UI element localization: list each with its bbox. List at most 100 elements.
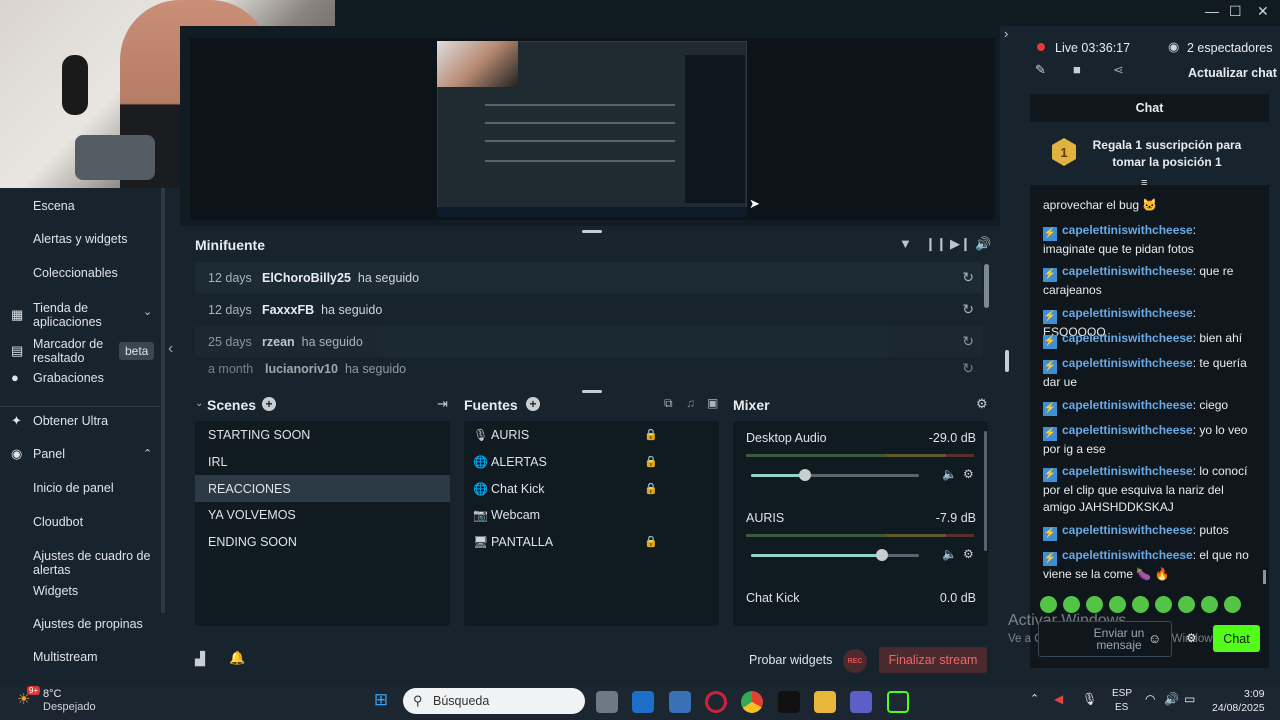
close-button[interactable]: ✕ <box>1257 3 1269 20</box>
emote-icon[interactable] <box>1201 596 1218 613</box>
battery-icon[interactable]: ▭ <box>1184 692 1195 706</box>
badge-icon: ⚡ <box>1043 402 1057 416</box>
mixer-scrollbar[interactable] <box>984 431 987 551</box>
clock-date[interactable]: 24/08/2025 <box>1212 702 1265 714</box>
tray-mic-icon[interactable]: 🎙 <box>1082 692 1097 706</box>
emote-icon[interactable] <box>1155 596 1172 613</box>
replay-icon[interactable]: ↻ <box>962 301 974 318</box>
resize-handle[interactable] <box>582 390 602 393</box>
volume-icon[interactable]: 🔊 <box>1164 692 1179 706</box>
language-sub[interactable]: ES <box>1115 702 1128 713</box>
folder-icon[interactable]: ⧉ <box>664 396 673 411</box>
replay-icon[interactable]: ↻ <box>962 269 974 286</box>
bell-icon[interactable]: 🔔 <box>229 650 245 666</box>
scene-transition-icon[interactable]: ⇥ <box>437 396 448 412</box>
store-app-icon[interactable] <box>669 691 691 713</box>
gear-icon[interactable]: ⚙ <box>963 467 974 481</box>
audio-icon[interactable]: ♫ <box>686 396 695 410</box>
source-item[interactable]: 🌐 Chat Kick 🔒 <box>464 475 719 502</box>
menu-handle-icon[interactable]: ≡ <box>1141 177 1147 189</box>
replay-icon[interactable]: ↻ <box>962 360 974 377</box>
lock-icon[interactable]: 🔒 <box>644 428 658 441</box>
tiktok-icon[interactable] <box>778 691 800 713</box>
emote-icon[interactable] <box>1109 596 1126 613</box>
share-icon[interactable]: ⋖ <box>1113 62 1124 78</box>
wifi-icon[interactable]: ◠ <box>1145 692 1155 706</box>
clip-icon[interactable]: ■ <box>1073 62 1081 77</box>
tray-chevron-icon[interactable]: ⌃ <box>1030 692 1039 705</box>
panel-resize-handle[interactable] <box>1005 350 1009 372</box>
event-list: 12 days ElChoroBilly25 ha seguido ↻ 12 da… <box>195 262 982 380</box>
source-item[interactable]: 🖥 PANTALLA 🔒 <box>464 528 719 555</box>
volume-slider[interactable] <box>751 469 919 481</box>
resize-handle[interactable] <box>582 230 602 233</box>
emote-icon[interactable] <box>1063 596 1080 613</box>
streamlabs-icon[interactable] <box>887 691 909 713</box>
emote-icon[interactable] <box>1132 596 1149 613</box>
sidebar-item-tienda[interactable]: ▦ Tienda de aplicaciones ⌄ <box>0 301 165 329</box>
teams-icon[interactable] <box>850 691 872 713</box>
volume-icon[interactable]: 🔊 <box>975 236 991 252</box>
end-stream-button[interactable]: Finalizar stream <box>879 647 987 673</box>
lock-icon[interactable]: 🔒 <box>644 455 658 468</box>
gear-icon[interactable]: ⚙ <box>976 396 988 412</box>
record-button[interactable]: REC <box>843 649 867 673</box>
weather-desc[interactable]: Despejado <box>43 701 96 713</box>
scene-item[interactable]: STARTING SOON <box>195 421 450 448</box>
language-indicator[interactable]: ESP <box>1112 688 1132 699</box>
clock-time[interactable]: 3:09 <box>1244 688 1264 700</box>
emote-icon[interactable] <box>1178 596 1195 613</box>
source-item[interactable]: 🎙 AURIS 🔒 <box>464 421 719 448</box>
chat-message: aprovechar el bug 🐱 <box>1043 198 1158 212</box>
filter-icon[interactable]: ▼ <box>899 236 912 251</box>
collapse-sidebar-icon[interactable]: ‹ <box>168 340 173 358</box>
collapse-scenes-icon[interactable]: ⌄ <box>195 398 203 409</box>
scene-item[interactable]: REACCIONES <box>195 475 450 502</box>
add-source-icon[interactable]: + <box>526 397 540 411</box>
chrome-icon[interactable] <box>741 691 763 713</box>
source-item[interactable]: 📷 Webcam <box>464 501 719 528</box>
chat-scrollbar[interactable] <box>1263 570 1266 584</box>
lock-icon[interactable]: 🔒 <box>644 482 658 495</box>
replay-icon[interactable]: ↻ <box>962 333 974 350</box>
minimize-button[interactable]: — <box>1205 3 1219 19</box>
emoji-icon[interactable]: ☺ <box>1148 631 1161 646</box>
test-widgets-button[interactable]: Probar widgets <box>749 653 832 667</box>
preview-line <box>485 122 675 124</box>
image-icon[interactable]: ▣ <box>707 396 718 410</box>
edit-icon[interactable]: ✎ <box>1035 62 1046 78</box>
sidebar-item-ajustes-alertas[interactable]: Ajustes de cuadro de alertas <box>0 549 165 577</box>
pause-icon[interactable]: ❙❙ <box>925 236 947 252</box>
scene-item[interactable]: YA VOLVEMOS <box>195 501 450 528</box>
volume-slider[interactable] <box>751 549 919 561</box>
tray-app-icon[interactable]: ◀ <box>1054 692 1063 706</box>
send-chat-button[interactable]: Chat <box>1213 625 1260 652</box>
chat-settings-icon[interactable]: ⚙ <box>1186 631 1197 645</box>
speaker-icon[interactable]: 🔈 <box>942 467 957 481</box>
skip-icon[interactable]: ▶❙ <box>950 236 971 252</box>
task-view-icon[interactable] <box>596 691 618 713</box>
refresh-chat-button[interactable]: Actualizar chat <box>1188 66 1277 80</box>
source-item[interactable]: 🌐 ALERTAS 🔒 <box>464 448 719 475</box>
emote-icon[interactable] <box>1040 596 1057 613</box>
maximize-button[interactable]: ☐ <box>1229 3 1242 20</box>
speaker-icon[interactable]: 🔈 <box>942 547 957 561</box>
scene-item[interactable]: IRL <box>195 448 450 475</box>
sidebar-item-marcador[interactable]: ▤ Marcador de resaltado beta <box>0 337 165 365</box>
minifuente-scrollbar[interactable] <box>984 264 989 308</box>
gear-icon[interactable]: ⚙ <box>963 547 974 561</box>
weather-temp[interactable]: 8°C <box>43 688 61 700</box>
emote-icon[interactable] <box>1224 596 1241 613</box>
opera-icon[interactable] <box>705 691 727 713</box>
scene-item[interactable]: ENDING SOON <box>195 528 450 555</box>
add-scene-icon[interactable]: + <box>262 397 276 411</box>
collapse-right-icon[interactable]: › <box>1004 26 1008 41</box>
outlook-icon[interactable] <box>632 691 654 713</box>
emote-icon[interactable] <box>1086 596 1103 613</box>
sidebar-scrollbar[interactable] <box>161 188 165 613</box>
windows-start-icon[interactable]: ⊞ <box>371 690 391 710</box>
file-explorer-icon[interactable] <box>814 691 836 713</box>
stats-icon[interactable]: ▟ <box>195 651 205 667</box>
taskbar-search[interactable]: ⚲ Búsqueda <box>403 688 585 714</box>
lock-icon[interactable]: 🔒 <box>644 535 658 548</box>
